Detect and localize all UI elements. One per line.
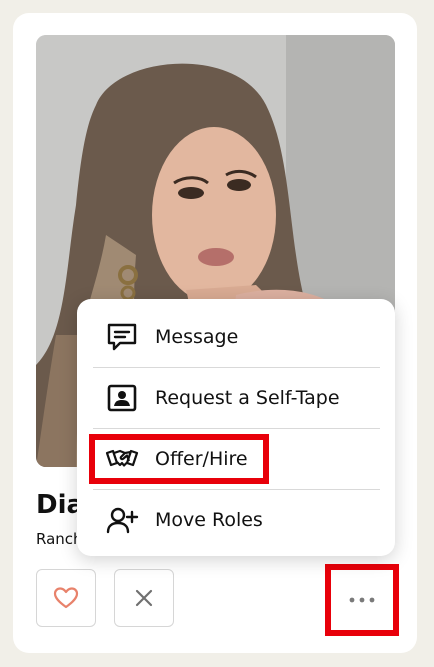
close-icon bbox=[135, 589, 153, 607]
pass-button[interactable] bbox=[114, 569, 174, 627]
like-button[interactable] bbox=[36, 569, 96, 627]
menu-item-label: Message bbox=[155, 326, 239, 348]
menu-item-request-self-tape[interactable]: Request a Self-Tape bbox=[93, 368, 380, 428]
menu-item-message[interactable]: Message bbox=[93, 307, 380, 367]
heart-icon bbox=[53, 587, 79, 609]
more-options-menu: Message Request a Self-Tape Offer/Hire M… bbox=[77, 299, 395, 556]
menu-item-label: Move Roles bbox=[155, 509, 263, 531]
more-options-button[interactable] bbox=[325, 564, 399, 636]
menu-item-label: Request a Self-Tape bbox=[155, 387, 340, 409]
more-dots-icon bbox=[349, 597, 375, 603]
add-person-icon bbox=[105, 503, 139, 537]
message-icon bbox=[105, 320, 139, 354]
offer-hire-highlight bbox=[89, 434, 269, 484]
self-tape-icon bbox=[105, 381, 139, 415]
menu-item-move-roles[interactable]: Move Roles bbox=[93, 490, 380, 550]
